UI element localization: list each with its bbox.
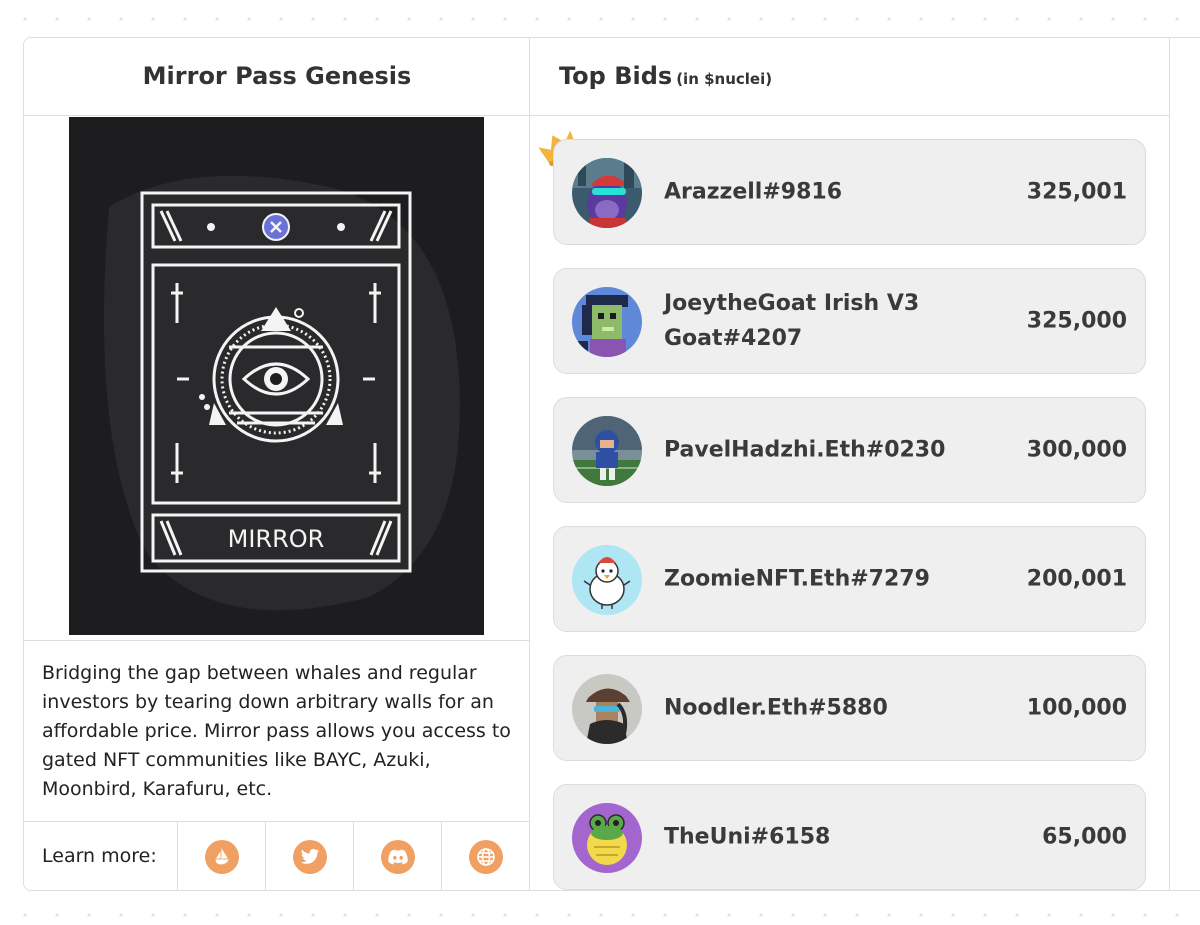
bidder-name: JoeytheGoat Irish V3 Goat#4207 [664, 291, 920, 351]
football-player-avatar [572, 416, 642, 486]
discord-link[interactable] [353, 822, 441, 890]
top-bids-panel: Top Bids (in $nuclei) Arazzell#9816 325,0… [530, 38, 1170, 890]
mirror-pass-image[interactable]: MIRROR [69, 117, 484, 635]
bid-amount: 325,001 [1026, 179, 1127, 205]
bid-row[interactable]: PavelHadzhi.Eth#0230 300,000 [553, 397, 1146, 503]
bids-header: Top Bids (in $nuclei) [530, 38, 1169, 116]
mirror-pass-card: Mirror Pass Genesis MIRROR Bridging the … [23, 37, 1200, 891]
learn-more-row: Learn more: [24, 822, 530, 890]
pass-panel: Mirror Pass Genesis MIRROR Bridging the … [24, 38, 530, 890]
bid-row[interactable]: Noodler.Eth#5880 100,000 [553, 655, 1146, 761]
bid-row[interactable]: Arazzell#9816 325,001 [553, 139, 1146, 245]
bids-title: Top Bids (in $nuclei) [559, 62, 772, 90]
bid-amount: 200,001 [1026, 566, 1127, 592]
capped-character-avatar [572, 674, 642, 744]
twitter-icon[interactable] [293, 840, 327, 874]
ape-avatar [572, 158, 642, 228]
bid-row[interactable]: JoeytheGoat Irish V3 Goat#4207 325,000 [553, 268, 1146, 374]
opensea-link[interactable] [177, 822, 265, 890]
opensea-icon[interactable] [205, 840, 239, 874]
learn-more-label: Learn more: [42, 845, 157, 867]
frog-avatar [572, 803, 642, 873]
bid-amount: 325,000 [1026, 308, 1127, 334]
pixel-goat-avatar [572, 287, 642, 357]
bidder-name: PavelHadzhi.Eth#0230 [664, 437, 946, 463]
website-link[interactable] [441, 822, 530, 890]
bidder-name: TheUni#6158 [664, 824, 831, 850]
pass-header: Mirror Pass Genesis [24, 38, 529, 116]
pass-title: Mirror Pass Genesis [142, 62, 412, 90]
bird-avatar [572, 545, 642, 615]
bidder-name: Noodler.Eth#5880 [664, 695, 888, 721]
bid-amount: 65,000 [1042, 824, 1127, 850]
bid-row[interactable]: ZoomieNFT.Eth#7279 200,001 [553, 526, 1146, 632]
bidder-name: ZoomieNFT.Eth#7279 [664, 566, 930, 592]
bid-amount: 100,000 [1026, 695, 1127, 721]
card-label: MIRROR [228, 525, 325, 553]
bidder-name: Arazzell#9816 [664, 179, 842, 205]
bid-amount: 300,000 [1026, 437, 1127, 463]
pass-description: Bridging the gap between whales and regu… [24, 640, 530, 822]
discord-icon[interactable] [381, 840, 415, 874]
bids-unit: (in $nuclei) [676, 70, 773, 88]
globe-icon[interactable] [469, 840, 503, 874]
twitter-link[interactable] [265, 822, 353, 890]
bids-title-text: Top Bids [559, 62, 673, 90]
bid-row[interactable]: TheUni#6158 65,000 [553, 784, 1146, 890]
